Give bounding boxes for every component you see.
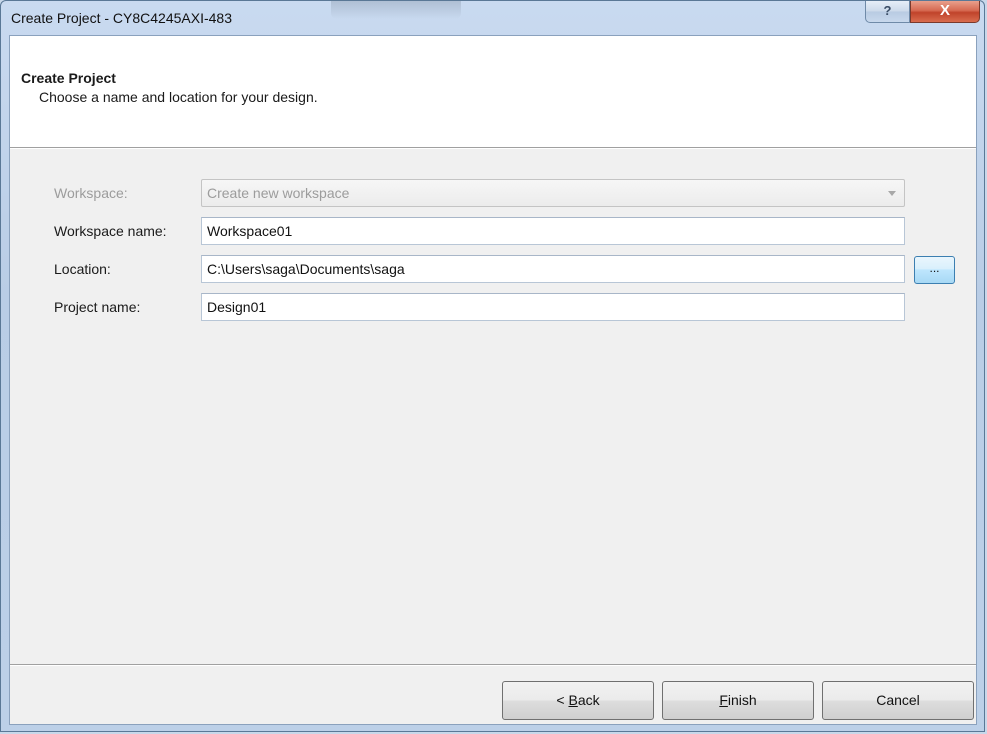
workspace-select-value: Create new workspace — [207, 185, 350, 201]
page-subtitle: Choose a name and location for your desi… — [39, 89, 318, 105]
create-project-window: Create Project - CY8C4245AXI-483 ? X Cre… — [0, 0, 985, 732]
finish-button[interactable]: Finish — [662, 681, 814, 720]
back-button[interactable]: < Back — [502, 681, 654, 720]
cancel-button-label: Cancel — [876, 692, 920, 708]
title-bar[interactable]: Create Project - CY8C4245AXI-483 ? X — [1, 1, 984, 35]
page-title: Create Project — [21, 70, 116, 86]
finish-button-mnemonic: F — [719, 692, 728, 708]
finish-button-rest: inish — [727, 692, 757, 708]
workspace-select: Create new workspace — [201, 179, 905, 207]
workspace-name-label: Workspace name: — [54, 223, 167, 239]
cancel-button[interactable]: Cancel — [822, 681, 974, 720]
project-name-input[interactable] — [201, 293, 905, 321]
project-name-label: Project name: — [54, 299, 141, 315]
footer-divider — [10, 664, 976, 666]
window-title: Create Project - CY8C4245AXI-483 — [11, 10, 232, 26]
wizard-header: Create Project Choose a name and locatio… — [10, 36, 976, 148]
browse-button-label: ... — [929, 261, 940, 275]
help-button[interactable]: ? — [865, 1, 910, 23]
dialog-body: Create Project Choose a name and locatio… — [9, 35, 977, 725]
back-button-prefix: < — [556, 692, 569, 708]
close-button[interactable]: X — [910, 1, 980, 23]
back-button-rest: ack — [577, 692, 600, 708]
back-button-mnemonic: B — [568, 692, 578, 708]
title-bar-background-artifact — [331, 1, 461, 19]
workspace-label: Workspace: — [54, 185, 128, 201]
question-icon: ? — [883, 3, 892, 18]
header-divider — [10, 148, 976, 149]
location-input[interactable] — [201, 255, 905, 283]
browse-location-button[interactable]: ... — [914, 256, 955, 284]
close-icon: X — [939, 2, 950, 19]
chevron-down-icon — [888, 191, 896, 196]
workspace-name-input[interactable] — [201, 217, 905, 245]
location-label: Location: — [54, 261, 111, 277]
